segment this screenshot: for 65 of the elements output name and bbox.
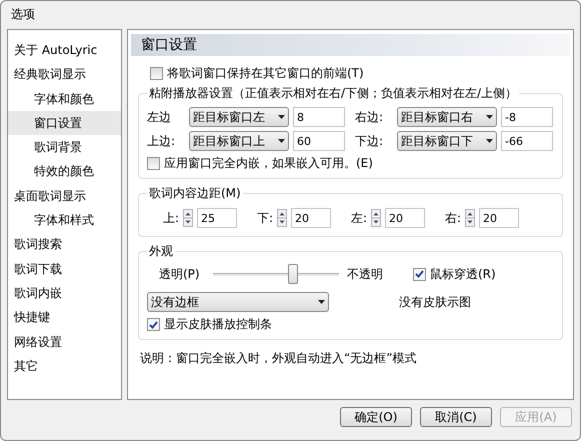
sidebar-item[interactable]: 经典歌词显示 — [8, 62, 121, 87]
checkbox[interactable] — [147, 318, 160, 331]
field-label: 左边 — [147, 108, 172, 126]
sidebar-item[interactable]: 歌词内嵌 — [8, 280, 121, 306]
dropdown[interactable]: 距目标窗口下 — [397, 131, 497, 151]
caret-icon — [278, 115, 285, 119]
dropdown[interactable]: 没有边框 — [147, 292, 329, 312]
sidebar-item[interactable]: 字体和样式 — [8, 208, 121, 232]
spin-button[interactable] — [465, 209, 475, 227]
group-title: 粘附播放器设置（正值表示相对在右/下侧；负值表示相对在左/上侧） — [148, 85, 518, 102]
sidebar-item[interactable]: 关于 AutoLyric — [8, 38, 121, 62]
caret-icon — [486, 139, 493, 143]
spin-button[interactable] — [371, 209, 381, 227]
field-label: 右: — [444, 210, 461, 226]
input-field[interactable]: 20 — [291, 208, 331, 228]
panel-header: 窗口设置 — [131, 34, 570, 56]
field-label: 上边: — [147, 132, 176, 150]
checkbox-label: 应用窗口完全内嵌，如果嵌入可用。(E) — [164, 155, 373, 172]
field-label: 上: — [162, 210, 179, 226]
input-field[interactable]: 20 — [385, 208, 425, 228]
sidebar-item[interactable]: 歌词搜索 — [8, 232, 121, 257]
sidebar-item[interactable]: 窗口设置 — [8, 110, 121, 136]
field-label: 下边: — [355, 132, 384, 150]
input-field[interactable]: -66 — [501, 131, 553, 151]
dialog-button[interactable]: 确定(O) — [340, 407, 412, 427]
slider-label: 不透明 — [347, 266, 384, 282]
sidebar-item[interactable]: 其它 — [8, 354, 121, 378]
group-title: 外观 — [148, 243, 174, 260]
checkbox[interactable] — [150, 67, 163, 80]
field-label: 左: — [350, 210, 367, 226]
opacity-slider[interactable] — [213, 264, 339, 284]
sidebar-item[interactable]: 快捷键 — [8, 305, 121, 330]
checkbox[interactable] — [147, 157, 160, 170]
dialog-button[interactable]: 取消(C) — [420, 407, 492, 427]
caret-icon — [318, 300, 325, 304]
sidebar-item[interactable]: 歌词背景 — [8, 135, 121, 160]
sidebar-item[interactable]: 网络设置 — [8, 330, 121, 354]
checkbox[interactable] — [413, 268, 426, 280]
input-field[interactable]: 20 — [479, 208, 519, 228]
spin-button[interactable] — [277, 209, 287, 227]
field-label: 下: — [256, 210, 273, 226]
caret-icon — [278, 139, 285, 143]
sidebar-item[interactable]: 歌词下载 — [8, 256, 121, 281]
sidebar-item[interactable]: 桌面歌词显示 — [8, 184, 121, 208]
input-field[interactable]: -8 — [501, 107, 553, 127]
note-text: 说明：窗口完全嵌入时，外观自动进入“无边框”模式 — [139, 350, 418, 367]
sidebar-item[interactable]: 特效的颜色 — [8, 159, 121, 184]
dropdown[interactable]: 距目标窗口上 — [189, 131, 289, 151]
skin-preview-text: 没有皮肤示图 — [399, 294, 471, 310]
dropdown[interactable]: 距目标窗口左 — [189, 107, 289, 127]
group-title: 歌词内容边距(M) — [148, 185, 242, 202]
dropdown[interactable]: 距目标窗口右 — [397, 107, 497, 127]
checkbox-label: 鼠标穿透(R) — [430, 266, 496, 282]
slider-thumb[interactable] — [288, 264, 298, 284]
caret-icon — [486, 115, 493, 119]
field-label: 右边: — [355, 108, 384, 126]
slider-label: 透明(P) — [159, 266, 201, 282]
input-field[interactable]: 60 — [293, 131, 345, 151]
input-field[interactable]: 8 — [293, 107, 345, 127]
window-title: 选项 — [10, 6, 36, 23]
checkbox-label: 将歌词窗口保持在其它窗口的前端(T) — [167, 65, 364, 82]
sidebar-item[interactable]: 字体和颜色 — [8, 86, 121, 111]
checkbox-label: 显示皮肤播放控制条 — [164, 316, 272, 333]
input-field[interactable]: 25 — [197, 208, 237, 228]
spin-button[interactable] — [183, 209, 193, 227]
